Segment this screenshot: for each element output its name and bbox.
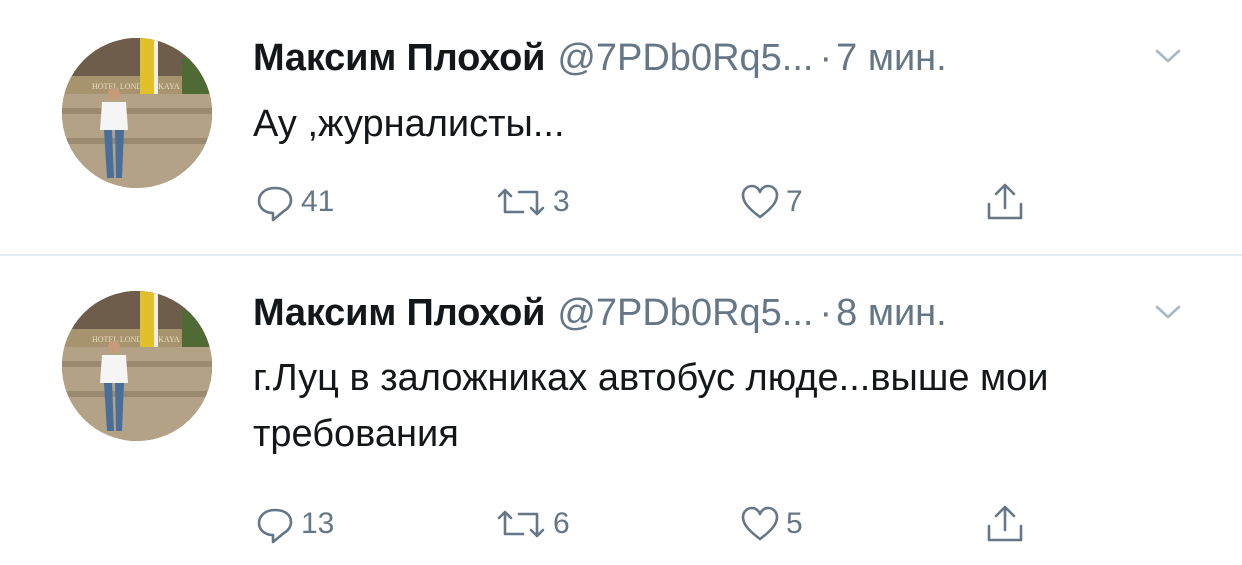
retweet-icon [497, 188, 545, 216]
reply-button[interactable]: 41 [253, 180, 334, 224]
tweet-actions: 13 6 5 [253, 502, 1053, 546]
retweet-button[interactable]: 6 [493, 502, 570, 546]
like-button[interactable]: 5 [738, 502, 803, 546]
reply-button[interactable]: 13 [253, 502, 334, 546]
tweet-text: г.Луц в заложниках автобус люде...выше м… [253, 357, 1049, 455]
reply-count: 41 [301, 185, 335, 218]
hotel-sign-text: HOTEL LONDONSKAYA [92, 335, 180, 344]
tweet-text: Ау ,журналисты... [253, 103, 565, 145]
chevron-down-icon[interactable] [1153, 298, 1183, 328]
avatar[interactable]: HOTEL LONDONSKAYA [62, 38, 212, 188]
share-icon [987, 183, 1023, 220]
tweet-header: Максим Плохой @7PDb0Rq5... · 7 мин. [253, 35, 947, 81]
retweet-button[interactable]: 3 [493, 180, 570, 224]
display-name[interactable]: Максим Плохой [253, 290, 546, 336]
like-count: 5 [786, 507, 803, 540]
share-button[interactable] [983, 502, 1027, 546]
username-handle[interactable]: @7PDb0Rq5... [557, 35, 813, 81]
reply-icon [257, 186, 293, 222]
heart-icon [741, 184, 779, 219]
heart-icon [741, 506, 779, 541]
retweet-icon [497, 510, 545, 538]
retweet-count: 3 [553, 185, 570, 218]
reply-count: 13 [301, 507, 335, 540]
like-count: 7 [786, 185, 803, 218]
display-name[interactable]: Максим Плохой [253, 35, 546, 81]
separator-dot: · [819, 37, 833, 79]
share-icon [987, 505, 1023, 542]
retweet-count: 6 [553, 507, 570, 540]
avatar-photo: HOTEL LONDONSKAYA [62, 291, 212, 441]
hotel-sign-text: HOTEL LONDONSKAYA [92, 82, 180, 91]
chevron-down-icon[interactable] [1153, 42, 1183, 72]
tweet-actions: 41 3 7 [253, 180, 1053, 224]
like-button[interactable]: 7 [738, 180, 803, 224]
separator-dot: · [819, 292, 833, 334]
tweet-header: Максим Плохой @7PDb0Rq5... · 8 мин. [253, 290, 947, 336]
share-button[interactable] [983, 180, 1027, 224]
timestamp[interactable]: 8 мин. [836, 290, 947, 336]
username-handle[interactable]: @7PDb0Rq5... [557, 290, 813, 336]
reply-icon [257, 508, 293, 544]
timestamp[interactable]: 7 мин. [836, 35, 947, 81]
tweet[interactable]: HOTEL LONDONSKAYA Максим Плохой @7PDb0Rq… [0, 256, 1242, 565]
avatar[interactable]: HOTEL LONDONSKAYA [62, 291, 212, 441]
avatar-photo: HOTEL LONDONSKAYA [62, 38, 212, 188]
tweet[interactable]: HOTEL LONDONSKAYA Максим Плохой @7PDb0Rq… [0, 0, 1242, 255]
